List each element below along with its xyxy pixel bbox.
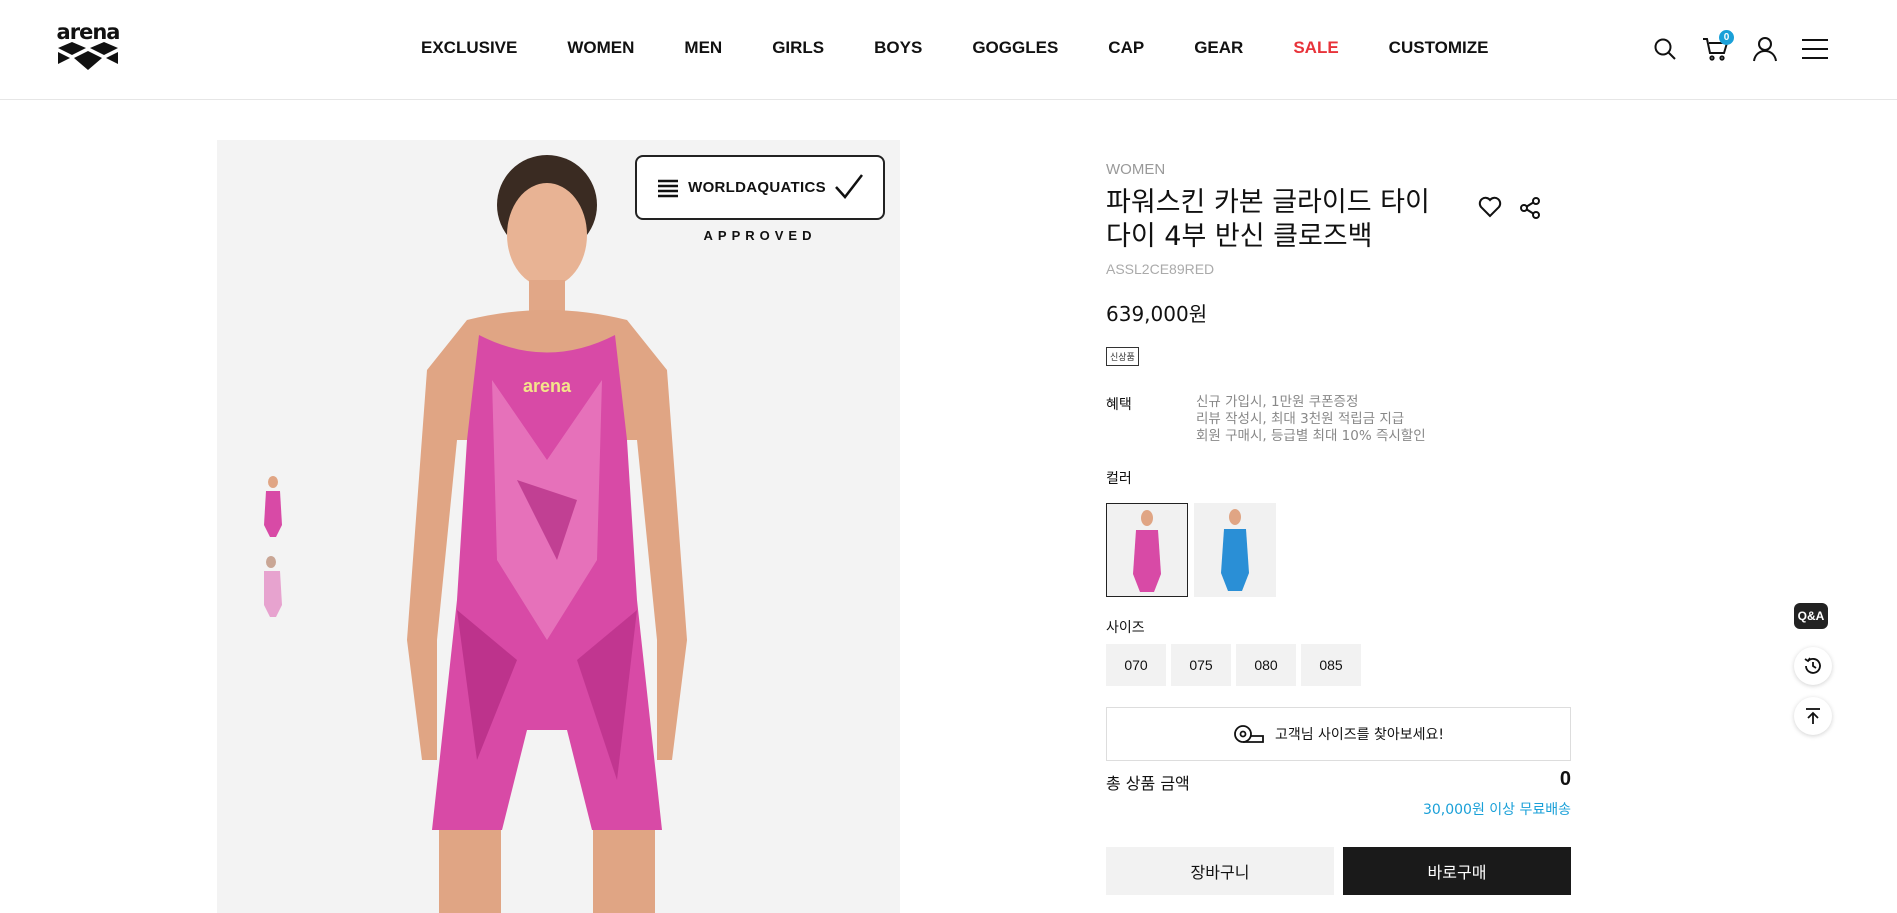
size-option-085[interactable]: 085 — [1301, 644, 1361, 686]
world-aquatics-text: WORLDAQUATICS — [688, 179, 826, 196]
swimsuit-model-image: arena — [407, 155, 687, 913]
product-category[interactable]: WOMEN — [1106, 161, 1165, 178]
nav-customize[interactable]: CUSTOMIZE — [1389, 38, 1489, 58]
benefit-label: 혜택 — [1106, 397, 1132, 413]
qa-button[interactable]: Q&A — [1794, 603, 1828, 629]
product-price: 639,000원 — [1106, 302, 1208, 326]
arena-logo[interactable]: arena — [56, 22, 120, 72]
history-icon[interactable] — [1794, 647, 1832, 685]
cart-count-badge: 0 — [1719, 30, 1734, 45]
benefit-item: 신규 가입시, 1만원 쿠폰증정 — [1196, 394, 1359, 410]
thumbnail-2[interactable] — [255, 553, 291, 623]
nav-cap[interactable]: CAP — [1108, 38, 1144, 58]
scroll-top-icon[interactable] — [1794, 697, 1832, 735]
color-swatch-pink[interactable] — [1106, 503, 1188, 597]
color-label: 컬러 — [1106, 471, 1132, 487]
nav-girls[interactable]: GIRLS — [772, 38, 824, 58]
free-shipping-note: 30,000원 이상 무료배송 — [1422, 802, 1571, 818]
product-title: 파워스킨 카본 글라이드 타이 다이 4부 반신 클로즈백 — [1106, 187, 1430, 252]
buy-now-button[interactable]: 바로구매 — [1343, 847, 1571, 895]
total-price-value: 0 — [1559, 768, 1571, 790]
product-main-image[interactable]: arena — [217, 140, 900, 913]
menu-icon[interactable] — [1800, 34, 1830, 64]
size-option-070[interactable]: 070 — [1106, 644, 1166, 686]
tape-measure-icon — [1234, 725, 1264, 743]
color-swatch-blue[interactable] — [1194, 503, 1276, 597]
nav-men[interactable]: MEN — [684, 38, 722, 58]
world-aquatics-icon — [658, 179, 679, 197]
size-option-075[interactable]: 075 — [1171, 644, 1231, 686]
nav-sale[interactable]: SALE — [1293, 38, 1338, 58]
world-aquatics-badge: WORLDAQUATICS — [635, 155, 885, 220]
nav-gear[interactable]: GEAR — [1194, 38, 1243, 58]
cart-icon[interactable]: 0 — [1700, 30, 1734, 64]
header-actions: 0 — [1650, 30, 1850, 64]
size-finder-label: 고객님 사이즈를 찾아보세요! — [1274, 727, 1445, 743]
logo-diamond-icon — [58, 42, 118, 70]
benefit-list: 신규 가입시, 1만원 쿠폰증정 리뷰 작성시, 최대 3천원 적립금 지급 회… — [1196, 394, 1426, 445]
approved-label: APPROVED — [703, 228, 817, 243]
new-product-tag: 신상품 — [1106, 347, 1139, 366]
main-nav: EXCLUSIVE WOMEN MEN GIRLS BOYS GOGGLES C… — [421, 38, 1538, 58]
color-swatches — [1106, 503, 1276, 597]
search-icon[interactable] — [1650, 34, 1680, 64]
site-header: arena EXCLUSIVE WOMEN MEN GIRLS BOYS GOG… — [0, 0, 1897, 100]
total-price-label: 총 상품 금액 — [1106, 774, 1190, 793]
size-option-080[interactable]: 080 — [1236, 644, 1296, 686]
wishlist-heart-icon[interactable] — [1478, 196, 1502, 222]
benefit-item: 리뷰 작성시, 최대 3천원 적립금 지급 — [1196, 411, 1405, 427]
add-to-cart-button[interactable]: 장바구니 — [1106, 847, 1334, 895]
size-finder-button[interactable]: 고객님 사이즈를 찾아보세요! — [1106, 707, 1571, 761]
size-options: 070 075 080 085 — [1106, 644, 1361, 686]
benefit-item: 회원 구매시, 등급별 최대 10% 즉시할인 — [1196, 428, 1426, 444]
thumbnail-1[interactable] — [255, 473, 291, 543]
logo-wordmark: arena — [56, 20, 121, 44]
product-sku: ASSL2CE89RED — [1106, 261, 1215, 277]
nav-exclusive[interactable]: EXCLUSIVE — [421, 38, 517, 58]
share-icon[interactable] — [1518, 196, 1542, 224]
size-label: 사이즈 — [1106, 620, 1145, 636]
nav-goggles[interactable]: GOGGLES — [972, 38, 1058, 58]
checkmark-icon — [834, 173, 863, 199]
thumbnail-list — [255, 473, 291, 633]
nav-women[interactable]: WOMEN — [567, 38, 634, 58]
svg-text:arena: arena — [523, 376, 572, 396]
user-icon[interactable] — [1750, 34, 1780, 64]
nav-boys[interactable]: BOYS — [874, 38, 922, 58]
